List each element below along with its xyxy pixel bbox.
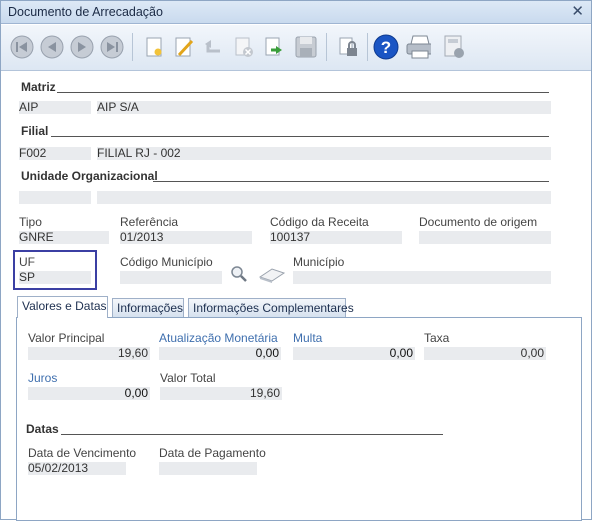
calculator-button[interactable] (441, 34, 467, 60)
toolbar-separator (132, 33, 133, 61)
section-divider (61, 434, 443, 435)
valor-total-value: 19,60 (160, 387, 282, 400)
tab-panel: Valor Principal 19,60 Atualização Monetá… (16, 317, 582, 521)
delete-button[interactable] (231, 34, 257, 60)
next-record-button[interactable] (69, 34, 95, 60)
toolbar: ? (1, 25, 591, 71)
filial-name: FILIAL RJ - 002 (97, 147, 551, 160)
search-icon[interactable] (230, 265, 248, 286)
tipo-value: GNRE (19, 231, 109, 244)
help-button[interactable]: ? (373, 34, 399, 60)
codigo-municipio-label: Código Município (120, 255, 213, 269)
save-icon (295, 36, 317, 58)
close-icon[interactable]: ✕ (571, 2, 584, 20)
section-divider (51, 136, 549, 137)
eraser-icon[interactable] (258, 265, 286, 286)
codigo-receita-value: 100137 (270, 231, 402, 244)
next-icon (70, 35, 94, 59)
toolbar-separator (326, 33, 327, 61)
uf-label: UF (19, 255, 35, 269)
lock-icon (339, 37, 357, 56)
new-icon (146, 37, 162, 57)
toolbar-separator (367, 33, 368, 61)
tab-informacoes[interactable]: Informações (112, 298, 184, 318)
undo-button[interactable] (201, 34, 227, 60)
municipio-value (293, 271, 551, 284)
referencia-label: Referência (120, 215, 179, 229)
atualizacao-label: Atualização Monetária (159, 331, 278, 345)
first-icon (10, 35, 34, 59)
uf-value[interactable]: SP (19, 271, 91, 284)
undo-icon (205, 40, 220, 53)
tab-valores-datas[interactable]: Valores e Datas (17, 296, 108, 318)
section-divider (57, 92, 549, 93)
multa-label: Multa (293, 331, 323, 345)
filial-label: Filial (21, 124, 49, 138)
juros-value[interactable]: 0,00 (28, 387, 150, 400)
municipio-label: Município (293, 255, 345, 269)
multa-value[interactable]: 0,00 (293, 347, 415, 360)
taxa-label: Taxa (424, 331, 450, 345)
valor-total-label: Valor Total (160, 371, 216, 385)
codigo-municipio-value[interactable] (120, 271, 222, 284)
tipo-label: Tipo (19, 215, 42, 229)
last-record-button[interactable] (99, 34, 125, 60)
unidade-code (19, 191, 91, 204)
documento-origem-label: Documento de origem (419, 215, 538, 229)
matriz-code: AIP (19, 101, 91, 114)
prev-icon (40, 35, 64, 59)
help-icon: ? (373, 34, 399, 60)
valor-principal-value: 19,60 (28, 347, 150, 360)
first-record-button[interactable] (9, 34, 35, 60)
tab-informacoes-complementares[interactable]: Informações Complementares (188, 298, 354, 318)
title-bar: Documento de Arrecadação ✕ (1, 1, 591, 24)
matriz-name: AIP S/A (97, 101, 551, 114)
lock-button[interactable] (335, 34, 361, 60)
vencimento-label: Data de Vencimento (28, 446, 137, 460)
edit-icon (175, 37, 194, 57)
valor-principal-label: Valor Principal (28, 331, 105, 345)
unidade-label: Unidade Organizacional (21, 169, 158, 183)
codigo-receita-label: Código da Receita (270, 215, 369, 229)
document-window: Documento de Arrecadação ✕ ? Matriz AIP … (0, 0, 592, 521)
pagamento-label: Data de Pagamento (159, 446, 266, 460)
export-icon (265, 37, 282, 56)
documento-origem-value (419, 231, 551, 244)
last-icon (100, 35, 124, 59)
export-button[interactable] (261, 34, 287, 60)
juros-label: Juros (28, 371, 58, 385)
filial-code: F002 (19, 147, 91, 160)
print-button[interactable] (405, 34, 431, 60)
edit-button[interactable] (171, 34, 197, 60)
atualizacao-value[interactable]: 0,00 (159, 347, 281, 360)
pagamento-value (159, 462, 257, 475)
datas-label: Datas (26, 422, 59, 436)
print-icon (406, 35, 431, 59)
section-divider (153, 181, 549, 182)
unidade-name (97, 191, 551, 204)
matriz-label: Matriz (21, 80, 56, 94)
referencia-value: 01/2013 (120, 231, 252, 244)
taxa-value: 0,00 (424, 347, 546, 360)
window-title: Documento de Arrecadação (8, 5, 163, 19)
previous-record-button[interactable] (39, 34, 65, 60)
vencimento-value: 05/02/2013 (28, 462, 126, 475)
new-button[interactable] (141, 34, 167, 60)
form-content: Matriz AIP AIP S/A Filial F002 FILIAL RJ… (7, 72, 585, 521)
delete-icon (235, 37, 253, 57)
svg-text:?: ? (381, 38, 391, 57)
calculator-icon (444, 35, 464, 58)
save-button[interactable] (293, 34, 319, 60)
